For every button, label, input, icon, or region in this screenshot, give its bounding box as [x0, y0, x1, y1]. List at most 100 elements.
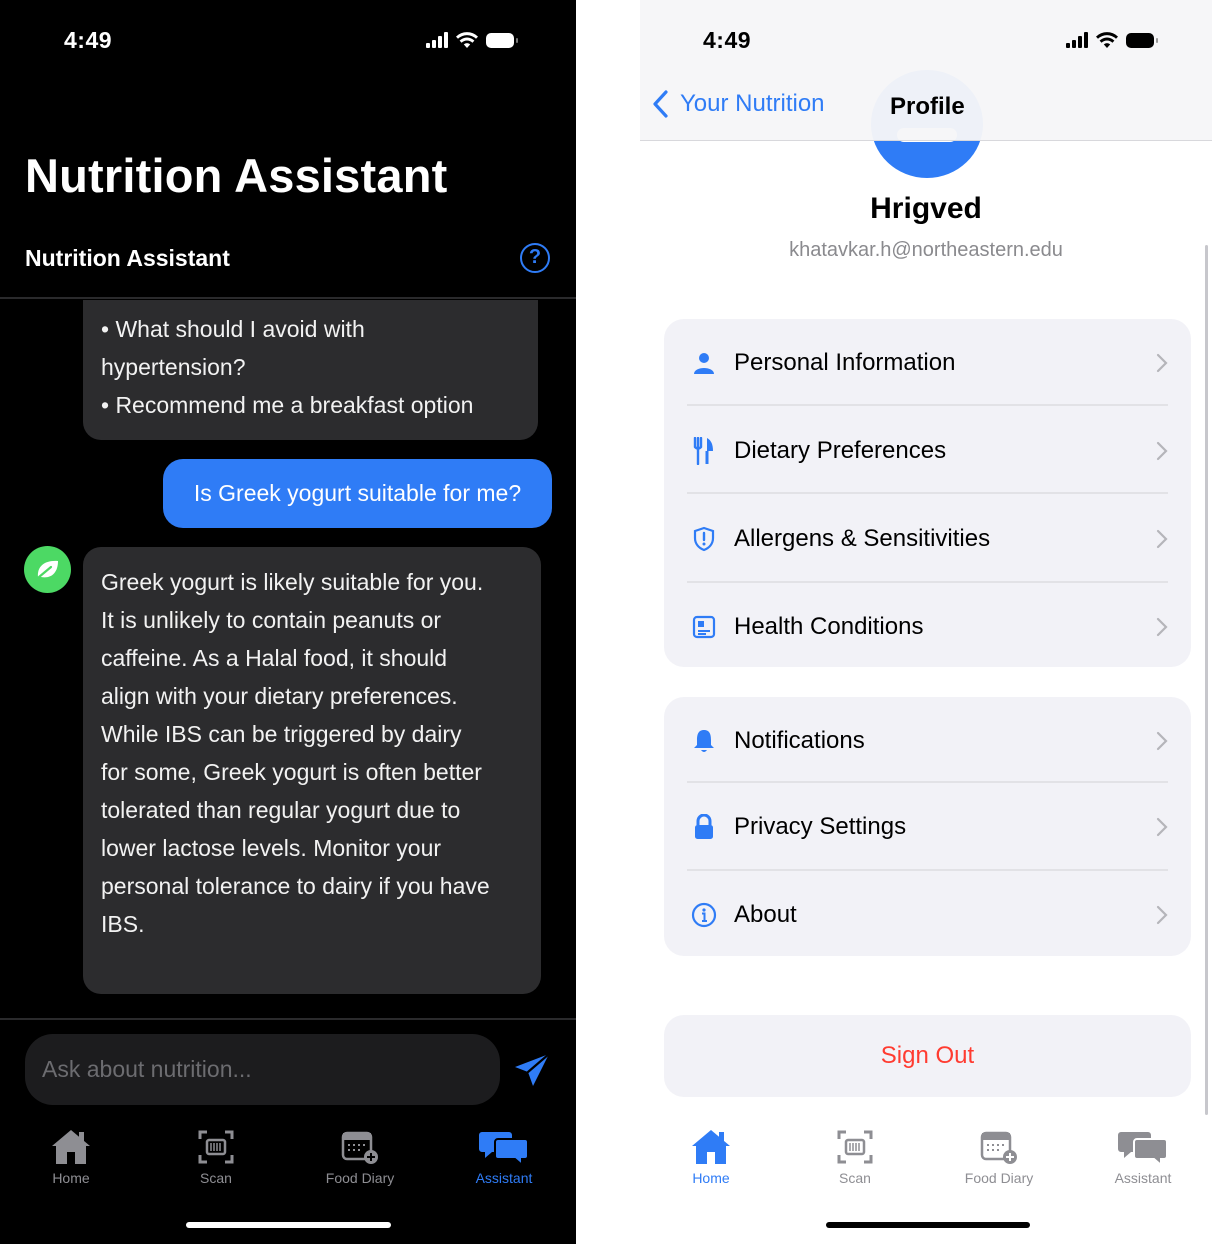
tab-label: Home	[692, 1170, 730, 1186]
row-label: Allergens & Sensitivities	[734, 525, 991, 552]
row-label: Privacy Settings	[734, 813, 907, 840]
tab-label: Home	[52, 1170, 90, 1186]
chat-header-title: Nutrition Assistant	[25, 245, 230, 271]
tab-food-diary[interactable]: Food Diary	[310, 1128, 410, 1186]
lock-icon	[691, 814, 717, 840]
assistant-avatar	[24, 546, 71, 593]
status-icons	[1066, 31, 1158, 49]
home-indicator[interactable]	[186, 1222, 391, 1228]
row-health-conditions[interactable]: Health Conditions	[664, 583, 1191, 671]
row-label: Health Conditions	[734, 613, 924, 640]
house-icon	[692, 1130, 730, 1164]
chevron-right-icon	[1156, 817, 1168, 837]
profile-screen: 4:49 Your Nutrition Profile Hrigved khat…	[640, 0, 1212, 1244]
chevron-right-icon	[1156, 353, 1168, 373]
chevron-right-icon	[1156, 905, 1168, 925]
barcode-scan-icon	[837, 1130, 873, 1164]
input-divider	[0, 1018, 576, 1020]
ask-input[interactable]	[25, 1034, 500, 1105]
message-line: IBS.	[101, 911, 145, 937]
profile-settings-group: Personal Information Dietary Preferences…	[664, 319, 1191, 667]
tab-label: Assistant	[1114, 1170, 1172, 1186]
tab-home[interactable]: Home	[661, 1128, 761, 1186]
person-icon	[691, 350, 717, 376]
message-line: align with your dietary preferences.	[101, 683, 458, 709]
message-line: • Recommend me a breakfast option	[101, 392, 474, 418]
row-allergens-sensitivities[interactable]: Allergens & Sensitivities	[664, 495, 1191, 583]
page-title: Nutrition Assistant	[25, 149, 448, 202]
message-line: Greek yogurt is likely suitable for you.	[101, 569, 484, 595]
question-circle-icon[interactable]: ?	[520, 243, 550, 273]
tab-label: Food Diary	[964, 1170, 1034, 1186]
navigation-bar-divider	[640, 140, 1212, 141]
status-time: 4:49	[64, 27, 113, 53]
scrollbar[interactable]	[1205, 245, 1208, 1115]
message-line: It is unlikely to contain peanuts or	[101, 607, 442, 633]
battery-icon	[1126, 32, 1158, 48]
barcode-scan-icon	[198, 1130, 234, 1164]
status-time: 4:49	[703, 27, 752, 53]
status-icons	[426, 31, 518, 49]
send-icon[interactable]	[512, 1050, 552, 1090]
message-line: • What should I avoid with	[101, 316, 365, 342]
battery-icon	[486, 32, 518, 48]
house-icon	[52, 1130, 90, 1164]
row-divider	[687, 404, 1168, 406]
tab-label: Food Diary	[325, 1170, 395, 1186]
row-personal-information[interactable]: Personal Information	[664, 319, 1191, 407]
assistant-message-bubble: • What should I avoid with hypertension?…	[83, 300, 538, 440]
message-line: personal tolerance to dairy if you have	[101, 873, 490, 899]
sign-out-button[interactable]: Sign Out	[664, 1015, 1191, 1097]
medical-chart-icon	[691, 614, 717, 640]
tab-label: Scan	[839, 1170, 871, 1186]
row-label: About	[734, 901, 797, 928]
shield-alert-icon	[691, 526, 717, 552]
wifi-icon	[1096, 32, 1118, 48]
cellular-signal-icon	[1066, 32, 1088, 48]
back-button-label: Your Nutrition	[680, 90, 825, 117]
profile-name: Hrigved	[870, 192, 982, 225]
chat-bubbles-icon	[479, 1132, 529, 1166]
chevron-left-icon	[653, 90, 668, 118]
info-circle-icon	[691, 902, 717, 928]
row-privacy-settings[interactable]: Privacy Settings	[664, 783, 1191, 871]
calendar-add-icon	[980, 1131, 1017, 1164]
message-line: hypertension?	[101, 354, 246, 380]
chevron-right-icon	[1156, 441, 1168, 461]
header-divider	[0, 297, 576, 299]
leaf-icon	[37, 560, 58, 579]
tab-label: Scan	[200, 1170, 232, 1186]
home-indicator[interactable]	[826, 1222, 1030, 1228]
message-line: for some, Greek yogurt is often better	[101, 759, 482, 785]
tab-scan[interactable]: Scan	[805, 1128, 905, 1186]
back-button[interactable]: Your Nutrition	[652, 90, 825, 118]
message-line: tolerated than regular yogurt due to	[101, 797, 461, 823]
row-label: Personal Information	[734, 349, 956, 376]
tab-home[interactable]: Home	[21, 1128, 121, 1186]
assistant-message-bubble: Greek yogurt is likely suitable for you.…	[83, 547, 541, 994]
nav-title: Profile	[890, 93, 965, 120]
bell-icon	[691, 728, 717, 754]
tab-scan[interactable]: Scan	[166, 1128, 266, 1186]
row-about[interactable]: About	[664, 871, 1191, 959]
tab-assistant[interactable]: Assistant	[454, 1128, 554, 1186]
profile-email: khatavkar.h@northeastern.edu	[789, 239, 1063, 261]
row-divider	[687, 492, 1168, 494]
app-settings-group: Notifications Privacy Settings About	[664, 697, 1191, 956]
nutrition-assistant-screen: 4:49 Nutrition Assistant Nutrition Assis…	[0, 0, 576, 1244]
calendar-add-icon	[341, 1131, 378, 1164]
row-dietary-preferences[interactable]: Dietary Preferences	[664, 407, 1191, 495]
user-message-bubble: Is Greek yogurt suitable for me?	[163, 459, 552, 528]
chevron-right-icon	[1156, 529, 1168, 549]
tab-food-diary[interactable]: Food Diary	[949, 1128, 1049, 1186]
tab-assistant[interactable]: Assistant	[1093, 1128, 1193, 1186]
row-notifications[interactable]: Notifications	[664, 697, 1191, 785]
message-line: While IBS can be triggered by dairy	[101, 721, 462, 747]
message-line: caffeine. As a Halal food, it should	[101, 645, 448, 671]
row-label: Notifications	[734, 727, 865, 754]
fork-knife-icon	[691, 437, 717, 465]
chevron-right-icon	[1156, 731, 1168, 751]
row-label: Dietary Preferences	[734, 437, 947, 464]
message-line: lower lactose levels. Monitor your	[101, 835, 442, 861]
chat-bubbles-icon	[1118, 1132, 1168, 1166]
